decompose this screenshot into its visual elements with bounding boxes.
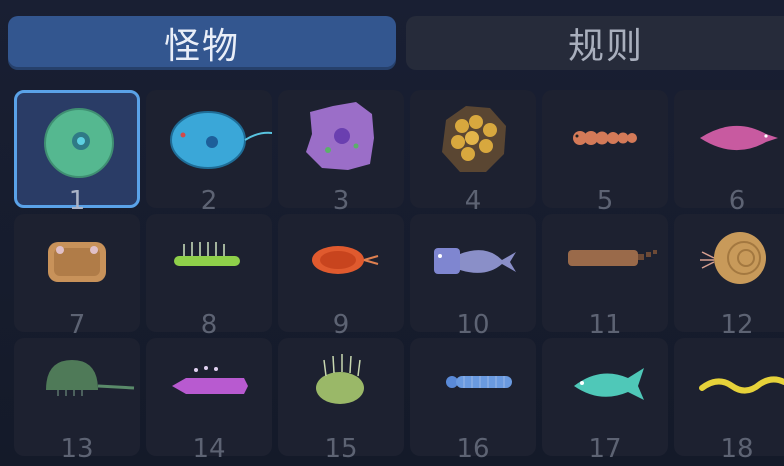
monster-number: 2 (200, 186, 218, 216)
monster-card-10[interactable]: 10 (410, 214, 536, 340)
monster-card-12[interactable]: 12 (674, 214, 784, 340)
monster-number: 15 (324, 434, 358, 464)
monster-number: 10 (456, 310, 490, 340)
monster-number: 17 (588, 434, 622, 464)
tab-monsters-label: 怪物 (163, 26, 240, 67)
monster-number: 9 (332, 310, 350, 340)
monster-card-8[interactable]: 8 (146, 214, 272, 340)
monster-card-18[interactable]: 18 (674, 338, 784, 464)
monster-card-9[interactable]: 9 (278, 214, 404, 340)
monster-number: 1 (68, 186, 86, 216)
monster-card-17[interactable]: 17 (542, 338, 668, 464)
monster-number: 14 (192, 434, 226, 464)
monster-number: 3 (332, 186, 350, 216)
monster-card-15[interactable]: 15 (278, 338, 404, 464)
monster-codex-panel: 怪物 规则 1 2 3 4 5 6 7 8 9 10 11 12 13 14 1… (0, 0, 784, 466)
tab-rules[interactable]: 规则 (406, 16, 784, 70)
monster-card-5[interactable]: 5 (542, 90, 668, 216)
monster-number: 7 (68, 310, 86, 340)
monster-number: 12 (720, 310, 754, 340)
tab-bar: 怪物 规则 (8, 16, 784, 70)
monster-card-4[interactable]: 4 (410, 90, 536, 216)
monster-number: 8 (200, 310, 218, 340)
monster-number: 16 (456, 434, 490, 464)
monster-number: 13 (60, 434, 94, 464)
monster-card-13[interactable]: 13 (14, 338, 140, 464)
monster-card-2[interactable]: 2 (146, 90, 272, 216)
monster-card-3[interactable]: 3 (278, 90, 404, 216)
monster-card-1[interactable]: 1 (14, 90, 140, 216)
monster-number: 5 (596, 186, 614, 216)
monster-card-16[interactable]: 16 (410, 338, 536, 464)
tab-monsters[interactable]: 怪物 (8, 16, 396, 70)
monster-number: 18 (720, 434, 754, 464)
monster-card-14[interactable]: 14 (146, 338, 272, 464)
monster-number: 4 (464, 186, 482, 216)
monster-card-7[interactable]: 7 (14, 214, 140, 340)
monster-card-6[interactable]: 6 (674, 90, 784, 216)
monster-number: 11 (588, 310, 622, 340)
monster-card-11[interactable]: 11 (542, 214, 668, 340)
tab-rules-label: 规则 (567, 26, 644, 67)
monster-number: 6 (728, 186, 746, 216)
